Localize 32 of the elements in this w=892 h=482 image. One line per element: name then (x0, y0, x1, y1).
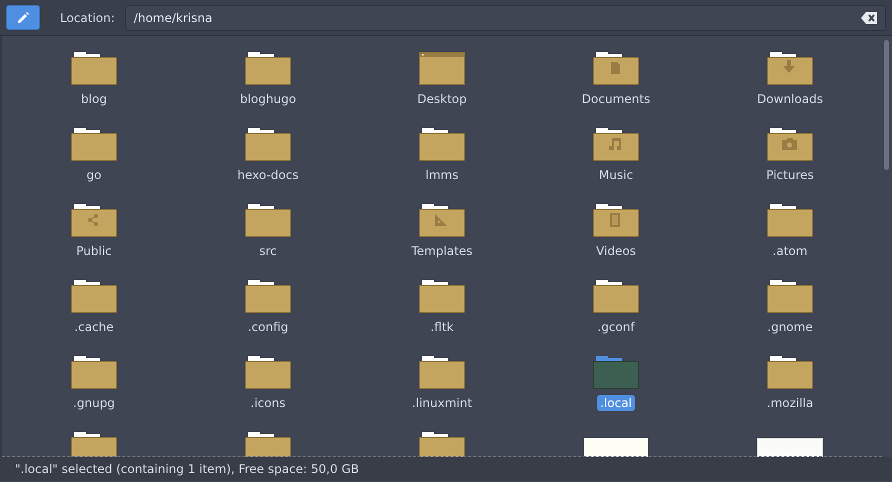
file-name[interactable]: Documents (578, 91, 654, 107)
status-text: ".local" selected (containing 1 item), Free space: 50,0 GB (0, 457, 892, 481)
file-name[interactable]: .gnome (764, 319, 816, 335)
file-name[interactable]: Public (73, 243, 115, 259)
pencil-icon (16, 10, 30, 24)
image-thumbnail[interactable] (757, 438, 823, 457)
scrollbar-thumb[interactable] (884, 40, 889, 170)
file-name[interactable]: Music (596, 167, 636, 183)
file-name[interactable]: .fltk (427, 319, 457, 335)
location-field[interactable]: /home/krisna (124, 4, 886, 30)
file-name[interactable]: .icons (248, 395, 288, 411)
file-name[interactable]: .mozilla (764, 395, 816, 411)
clear-icon[interactable] (861, 12, 877, 24)
file-name[interactable]: Desktop (414, 91, 470, 107)
file-name[interactable]: Templates (408, 243, 476, 259)
file-name[interactable]: bloghugo (236, 91, 300, 107)
file-name[interactable]: Videos (593, 243, 639, 259)
file-name[interactable]: src (256, 243, 280, 259)
file-name[interactable]: .gconf (594, 319, 638, 335)
file-name[interactable]: lmms (422, 167, 462, 183)
file-name[interactable]: go (84, 167, 104, 183)
file-name[interactable]: .cache (71, 319, 117, 335)
file-name[interactable]: Downloads (754, 91, 826, 107)
location-label: Location: (60, 10, 115, 24)
file-name[interactable]: .atom (770, 243, 810, 259)
edit-button[interactable] (6, 5, 40, 30)
file-name[interactable]: blog (78, 91, 110, 107)
file-name[interactable]: Pictures (763, 167, 817, 183)
file-name[interactable]: .gnupg (70, 395, 118, 411)
file-name[interactable]: .linuxmint (408, 395, 476, 411)
file-name[interactable]: .config (244, 319, 292, 335)
file-name[interactable]: hexo-docs (234, 167, 302, 183)
